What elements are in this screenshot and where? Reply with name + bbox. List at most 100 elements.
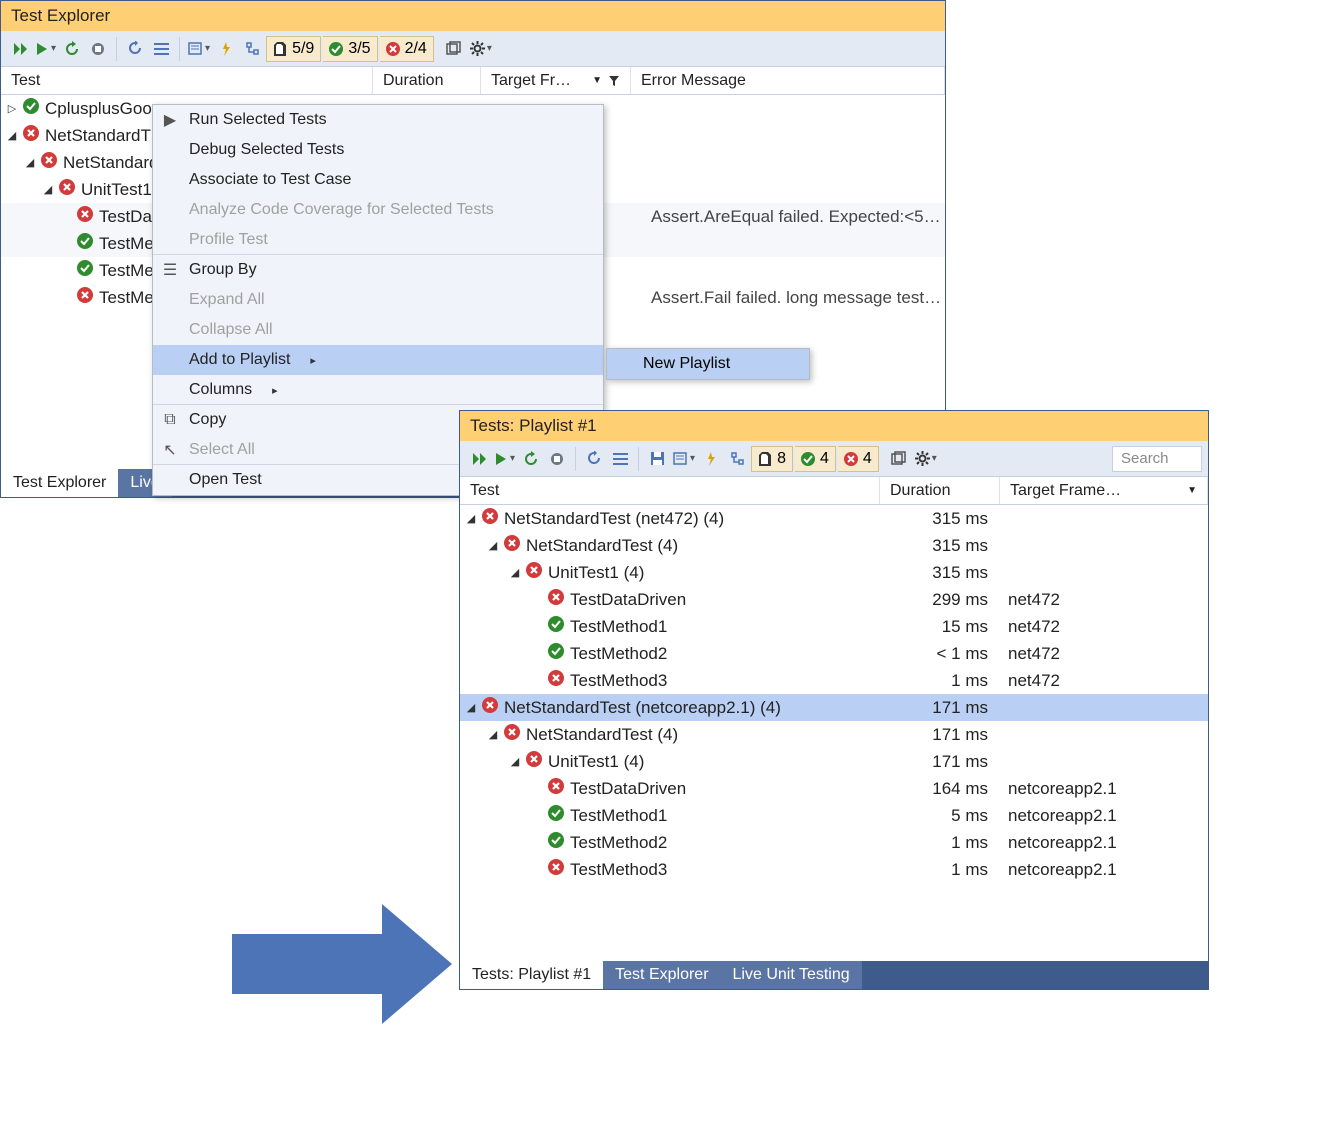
tree-row[interactable]: TestMethod15 msnetcoreapp2.1 (460, 802, 1208, 829)
tree-row[interactable]: ◢NetStandardTest (netcoreapp2.1) (4)171 … (460, 694, 1208, 721)
status-tab-playlist[interactable]: Tests: Playlist #1 (460, 961, 603, 989)
settings-button[interactable] (468, 36, 494, 62)
column-headers: Test Duration Target Fr…▼ Error Message (1, 67, 945, 95)
status-tab-test-explorer[interactable]: Test Explorer (603, 961, 720, 989)
duration-cell: 1 ms (880, 860, 1000, 880)
col-error[interactable]: Error Message (631, 67, 945, 94)
list-button[interactable] (608, 446, 632, 472)
notrun-counter[interactable]: 5/9 (266, 36, 321, 62)
status-icon (548, 805, 564, 826)
menu-item[interactable]: ☰Group By (153, 255, 603, 285)
failed-counter[interactable]: 4 (838, 446, 879, 472)
expand-caret[interactable]: ◢ (488, 728, 498, 741)
passed-counter[interactable]: 3/5 (323, 36, 377, 62)
tree-row[interactable]: TestDataDriven164 msnetcoreapp2.1 (460, 775, 1208, 802)
refresh-button[interactable] (123, 36, 147, 62)
filter-icon[interactable] (608, 75, 620, 87)
refresh-button[interactable] (582, 446, 606, 472)
status-icon (548, 643, 564, 664)
failed-counter[interactable]: 2/4 (380, 36, 434, 62)
duration-cell: 315 ms (880, 536, 1000, 556)
submenu-indicator-icon (252, 381, 278, 399)
hierarchy-button[interactable] (725, 446, 749, 472)
menu-item[interactable]: Associate to Test Case (153, 165, 603, 195)
menu-item[interactable]: ▶Run Selected Tests (153, 105, 603, 135)
tree-row[interactable]: ◢UnitTest1 (4)171 ms (460, 748, 1208, 775)
tree-row[interactable]: ◢NetStandardTest (net472) (4)315 ms (460, 505, 1208, 532)
run-button[interactable] (492, 446, 517, 472)
col-test[interactable]: Test (460, 477, 880, 504)
playlist-dropdown[interactable] (671, 446, 697, 472)
tree-row[interactable]: TestDataDriven299 msnet472 (460, 586, 1208, 613)
col-duration[interactable]: Duration (880, 477, 1000, 504)
run-button[interactable] (33, 36, 58, 62)
run-all-button[interactable] (7, 36, 31, 62)
expand-caret[interactable]: ◢ (43, 183, 53, 196)
test-label: NetStandardTest (netcoreapp2.1) (4) (504, 698, 781, 718)
playlist-dropdown[interactable] (186, 36, 212, 62)
menu-glyph-icon: ⧉ (161, 411, 179, 429)
playlist-submenu[interactable]: New Playlist (606, 348, 810, 380)
repeat-run-button[interactable] (519, 446, 543, 472)
hierarchy-button[interactable] (240, 36, 264, 62)
menu-item-label: Collapse All (189, 321, 273, 339)
expand-caret[interactable]: ◢ (510, 755, 520, 768)
col-test[interactable]: Test (1, 67, 373, 94)
col-target[interactable]: Target Frame…▼ (1000, 477, 1208, 504)
status-icon (548, 589, 564, 610)
passed-counter[interactable]: 4 (795, 446, 836, 472)
test-label: UnitTest1 (81, 180, 152, 200)
expand-caret[interactable]: ◢ (488, 539, 498, 552)
test-tree[interactable]: ◢NetStandardTest (net472) (4)315 ms◢NetS… (460, 505, 1208, 883)
windows-button[interactable] (887, 446, 911, 472)
expand-caret[interactable]: ◢ (25, 156, 35, 169)
menu-item[interactable]: Debug Selected Tests (153, 135, 603, 165)
test-label: NetStandardT (45, 126, 151, 146)
notrun-counter[interactable]: 8 (751, 446, 793, 472)
tree-row[interactable]: ◢NetStandardTest (4)315 ms (460, 532, 1208, 559)
repeat-run-button[interactable] (60, 36, 84, 62)
tree-row[interactable]: TestMethod2< 1 msnet472 (460, 640, 1208, 667)
tree-row[interactable]: TestMethod21 msnetcoreapp2.1 (460, 829, 1208, 856)
tree-row[interactable]: ◢ UnitTest1 (4) 315 ms (460, 559, 1208, 586)
status-tab-live[interactable]: Live Unit Testing (721, 961, 862, 989)
tree-row[interactable]: TestMethod31 msnetcoreapp2.1 (460, 856, 1208, 883)
status-tab-test-explorer[interactable]: Test Explorer (1, 469, 118, 497)
stop-button[interactable] (545, 446, 569, 472)
list-button[interactable] (149, 36, 173, 62)
realtime-button[interactable] (214, 36, 238, 62)
duration-cell: 315 ms (880, 563, 1000, 583)
menu-item-label: Select All (189, 441, 255, 459)
tree-row[interactable]: TestMethod31 msnet472 (460, 667, 1208, 694)
test-label: UnitTest1 (4) (548, 563, 644, 583)
test-label: TestMet (99, 288, 159, 308)
status-icon (77, 206, 93, 227)
tree-row[interactable]: TestMethod115 msnet472 (460, 613, 1208, 640)
realtime-button[interactable] (699, 446, 723, 472)
settings-button[interactable] (913, 446, 939, 472)
target-cell: net472 (1000, 644, 1208, 664)
target-cell: net472 (1000, 590, 1208, 610)
windows-button[interactable] (442, 36, 466, 62)
status-icon (59, 179, 75, 200)
expand-caret[interactable]: ◢ (466, 701, 476, 714)
run-all-button[interactable] (466, 446, 490, 472)
menu-item[interactable]: Add to Playlist (153, 345, 603, 375)
col-target[interactable]: Target Fr…▼ (481, 67, 631, 94)
submenu-new-playlist[interactable]: New Playlist (607, 349, 809, 379)
expand-caret[interactable]: ▷ (7, 102, 17, 115)
col-duration[interactable]: Duration (373, 67, 481, 94)
expand-caret[interactable]: ◢ (466, 512, 476, 525)
column-headers: Test Duration Target Frame…▼ (460, 477, 1208, 505)
duration-cell: 5 ms (880, 806, 1000, 826)
expand-caret[interactable]: ◢ (510, 566, 520, 579)
test-label: TestDataDriven (570, 779, 686, 799)
tree-row[interactable]: ◢NetStandardTest (4)171 ms (460, 721, 1208, 748)
save-button[interactable] (645, 446, 669, 472)
search-input[interactable]: Search (1112, 446, 1202, 472)
menu-item[interactable]: Columns (153, 375, 603, 405)
status-icon (548, 670, 564, 691)
stop-button[interactable] (86, 36, 110, 62)
duration-cell: 315 ms (880, 509, 1000, 529)
expand-caret[interactable]: ◢ (7, 129, 17, 142)
